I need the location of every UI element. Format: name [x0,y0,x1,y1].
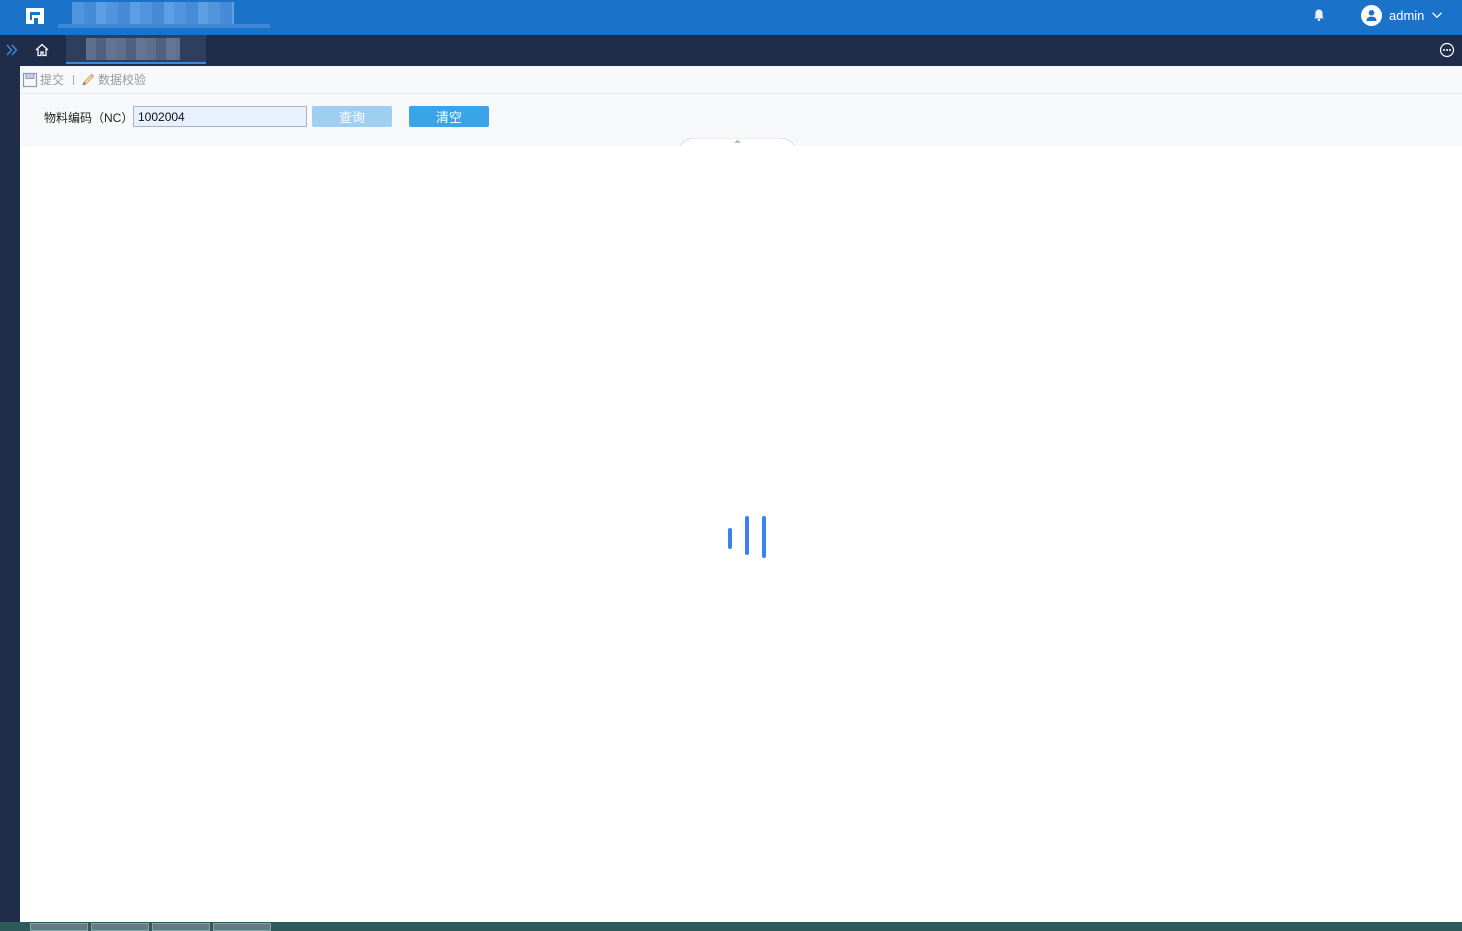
pencil-icon [82,73,95,86]
material-code-input[interactable] [133,106,307,127]
submit-label: 提交 [40,73,65,87]
chevron-down-icon [1432,12,1443,19]
app-logo-icon[interactable] [25,6,45,26]
double-chevron-right-icon[interactable] [5,43,19,57]
user-menu[interactable]: admin [1361,4,1443,26]
taskbar-item-3[interactable] [152,923,210,931]
user-name: admin [1389,7,1425,23]
query-button[interactable]: 查询 [312,106,392,127]
save-icon [22,72,38,87]
taskbar-item-4[interactable] [213,923,271,931]
validate-label: 数据校验 [98,73,147,87]
submit-button[interactable]: 提交 [20,70,64,90]
clear-button[interactable]: 清空 [409,106,489,127]
home-icon[interactable] [34,42,50,58]
tab-active-indicator [66,62,206,64]
taskbar-item-2[interactable] [91,923,149,931]
tab-label-redacted [86,38,180,60]
tab-navbar [0,35,1462,66]
validate-button[interactable]: 数据校验 [80,70,146,90]
toolbar-divider [73,74,75,85]
app-title-underline [58,24,270,28]
bell-icon[interactable] [1312,8,1326,22]
main-content [20,146,1462,922]
os-taskbar [0,922,1462,931]
more-circle-icon[interactable] [1439,42,1455,58]
action-toolbar: 提交 数据校验 [20,66,1462,94]
material-code-label: 物料编码（NC） [44,111,134,125]
top-header: admin [0,0,1462,35]
taskbar-item-1[interactable] [30,923,88,931]
query-panel: 物料编码（NC） 查询 清空 [20,94,1462,146]
user-avatar-icon [1361,4,1382,26]
left-sidebar [0,66,20,922]
loading-spinner-icon [728,516,766,558]
collapse-panel-handle[interactable] [680,138,795,146]
